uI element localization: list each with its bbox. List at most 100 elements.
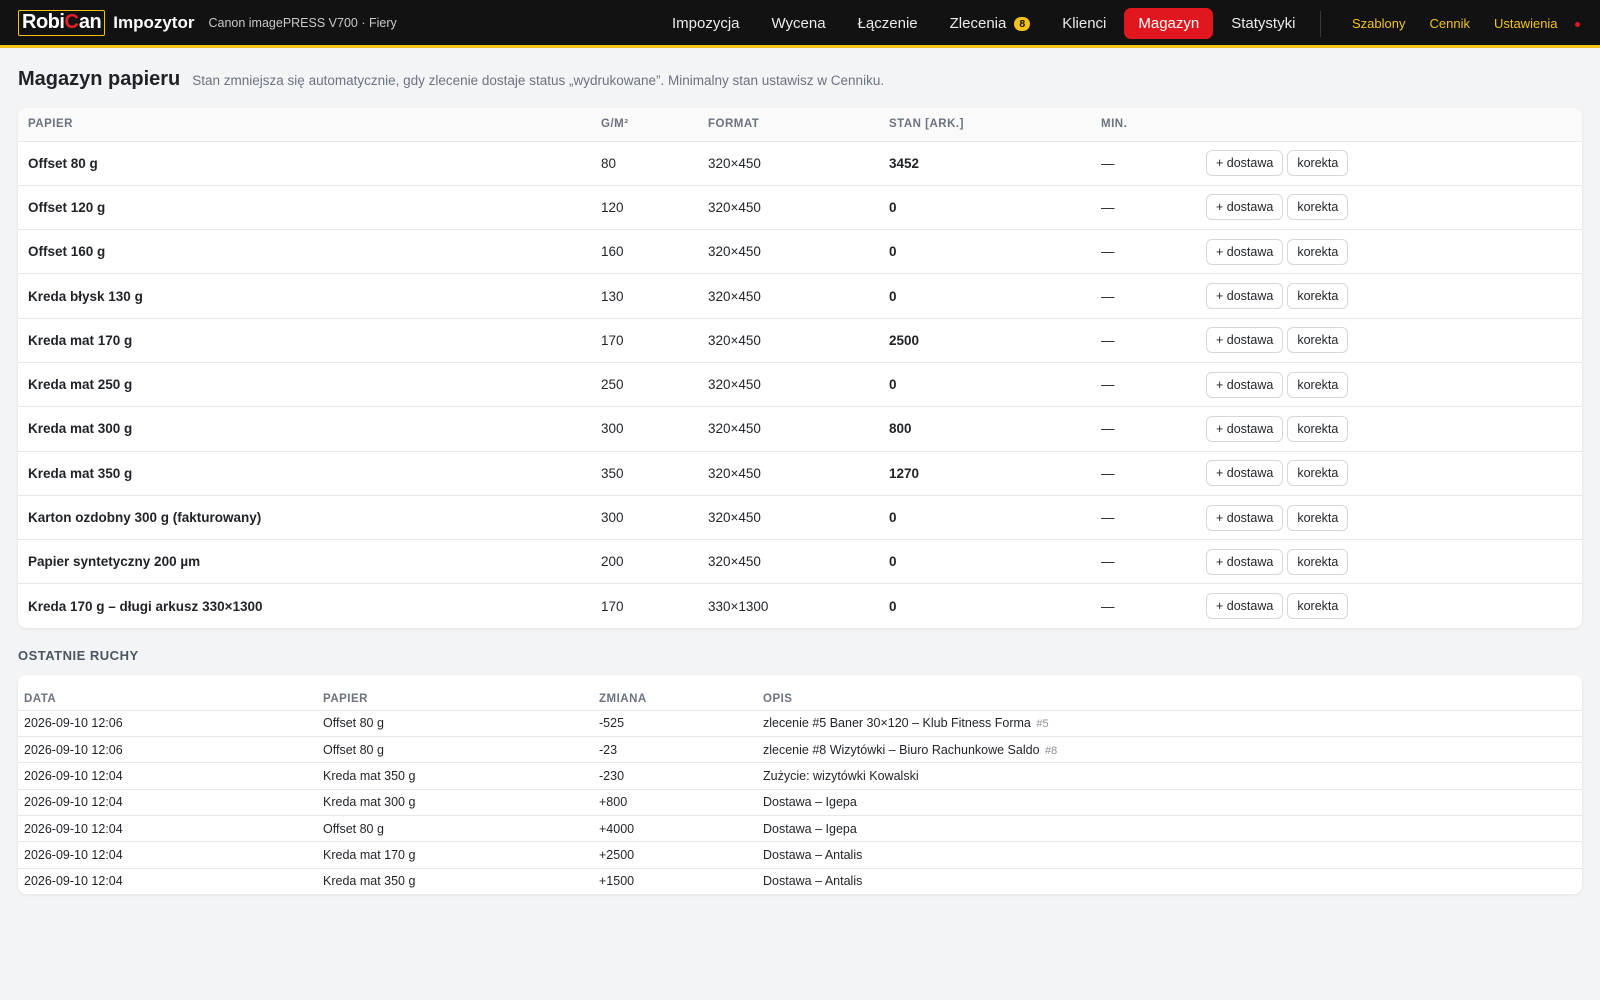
movement-paper: Kreda mat 350 g: [317, 762, 593, 790]
logo[interactable]: Robi Can: [18, 9, 106, 36]
paper-gsm: 160: [591, 229, 698, 275]
correction-button[interactable]: korekta: [1287, 593, 1349, 620]
link-ustawienia[interactable]: Ustawienia: [1482, 8, 1570, 39]
paper-min: —: [1091, 362, 1196, 408]
link-szablony[interactable]: Szablony: [1340, 8, 1417, 39]
nav-item-statystyki[interactable]: Statystyki: [1217, 8, 1309, 39]
add-delivery-button[interactable]: + dostawa: [1206, 593, 1284, 620]
inventory-row: Karton ozdobny 300 g (fakturowany) 300 320…: [18, 495, 1582, 541]
movement-description: Zużycie: wizytówki Kowalski: [757, 762, 1582, 790]
movement-date: 2026-09-10 12:04: [18, 762, 317, 790]
logo-text-an: an: [78, 11, 102, 33]
add-delivery-button[interactable]: + dostawa: [1206, 460, 1284, 487]
paper-gsm: 200: [591, 539, 698, 585]
movement-description: zlecenie #8 Wizytówki – Biuro Rachunkowe…: [757, 736, 1582, 764]
inventory-row: Kreda 170 g – długi arkusz 330×1300 170 33…: [18, 584, 1582, 628]
correction-button[interactable]: korekta: [1287, 415, 1349, 442]
inventory-table: PAPIER G/M² FORMAT STAN [ARK.] MIN. Offs…: [18, 108, 1582, 628]
paper-stock: 3452: [879, 141, 1091, 186]
add-delivery-button[interactable]: + dostawa: [1206, 283, 1284, 310]
paper-format: 320×450: [698, 362, 879, 408]
paper-min: —: [1091, 451, 1196, 496]
paper-format: 320×450: [698, 495, 879, 541]
movement-paper: Offset 80 g: [317, 736, 593, 764]
paper-format: 320×450: [698, 451, 879, 496]
correction-button[interactable]: korekta: [1287, 327, 1349, 354]
paper-gsm: 250: [591, 362, 698, 408]
movement-date: 2026-09-10 12:04: [18, 789, 317, 816]
nav-item-magazyn[interactable]: Magazyn: [1124, 8, 1214, 39]
movements-table: DATA PAPIER ZMIANA OPIS 2026-09-10 12:06…: [18, 687, 1582, 894]
secondary-nav: Szablony Cennik Ustawienia: [1340, 8, 1570, 39]
inventory-row: Kreda mat 250 g 250 320×450 0— + dostawa kore…: [18, 362, 1582, 408]
correction-button[interactable]: korekta: [1287, 194, 1349, 221]
movement-change: +4000: [593, 815, 757, 843]
add-delivery-button[interactable]: + dostawa: [1206, 415, 1284, 442]
correction-button[interactable]: korekta: [1287, 150, 1349, 177]
movement-description-text: Dostawa – Antalis: [763, 847, 863, 862]
movement-description-text: Dostawa – Antalis: [763, 874, 863, 889]
movement-description-text: Zużycie: wizytówki Kowalski: [763, 769, 919, 783]
paper-stock: 0: [879, 229, 1091, 275]
nav-label: Wycena: [771, 15, 826, 32]
col-header-date: DATA: [18, 687, 317, 711]
paper-format: 320×450: [698, 229, 879, 275]
correction-button[interactable]: korekta: [1287, 238, 1349, 265]
nav-item-laczenie[interactable]: Łączenie: [844, 8, 932, 39]
movement-row: 2026-09-10 12:04 Kreda mat 350 g +1500 Dost…: [18, 868, 1582, 894]
add-delivery-button[interactable]: + dostawa: [1206, 371, 1284, 398]
nav-item-impozycja[interactable]: Impozycja: [658, 8, 754, 39]
device-label: Canon imagePRESS V700 · Fiery: [208, 15, 397, 30]
paper-gsm: 130: [591, 273, 698, 319]
paper-min: —: [1091, 406, 1196, 452]
paper-min: —: [1091, 539, 1196, 585]
movement-change: -23: [593, 736, 757, 764]
correction-button[interactable]: korekta: [1287, 504, 1349, 531]
paper-min: —: [1091, 495, 1196, 541]
add-delivery-button[interactable]: + dostawa: [1206, 504, 1284, 531]
movement-row: 2026-09-10 12:04 Offset 80 g +4000 Dostawa …: [18, 815, 1582, 843]
paper-gsm: 170: [601, 598, 624, 614]
row-actions: + dostawa korekta: [1196, 141, 1582, 186]
add-delivery-button[interactable]: + dostawa: [1206, 194, 1284, 221]
main-content: Magazyn papieru Stan zmniejsza się autom…: [0, 68, 1600, 895]
paper-stock: 0: [879, 362, 1091, 408]
paper-min: —: [1091, 273, 1196, 319]
main-nav: Impozycja Wycena Łączenie Zlecenia 8 Klie…: [658, 8, 1313, 39]
paper-format: 320×450: [698, 141, 879, 186]
paper-gsm: 120: [591, 185, 698, 231]
movement-paper: Kreda mat 350 g: [323, 874, 416, 889]
movements-header-row: DATA PAPIER ZMIANA OPIS: [18, 687, 1582, 711]
nav-item-klienci[interactable]: Klienci: [1048, 8, 1120, 39]
movement-row: 2026-09-10 12:04 Kreda mat 300 g +800 Dosta…: [18, 789, 1582, 816]
nav-item-zlecenia[interactable]: Zlecenia 8: [936, 8, 1045, 39]
correction-button[interactable]: korekta: [1287, 460, 1349, 487]
order-ref: #8: [1045, 744, 1058, 757]
inventory-card: PAPIER G/M² FORMAT STAN [ARK.] MIN. Offs…: [18, 108, 1582, 629]
movements-body: 2026-09-10 12:06 Offset 80 g -525 zlecenie …: [18, 710, 1582, 894]
correction-button[interactable]: korekta: [1287, 548, 1349, 575]
row-actions: + dostawa korekta: [1196, 229, 1582, 275]
correction-button[interactable]: korekta: [1287, 371, 1349, 398]
status-dot-icon: [1575, 22, 1580, 27]
correction-button[interactable]: korekta: [1287, 283, 1349, 310]
movement-change: -230: [593, 762, 757, 790]
add-delivery-button[interactable]: + dostawa: [1206, 150, 1284, 177]
logo-text-robi: Robi: [22, 11, 65, 33]
add-delivery-button[interactable]: + dostawa: [1206, 548, 1284, 575]
inventory-row: Offset 160 g 160 320×450 0— + dostawa korekta: [18, 229, 1582, 275]
page-description: Stan zmniejsza się automatycznie, gdy zl…: [192, 73, 885, 88]
nav-item-wycena[interactable]: Wycena: [758, 8, 840, 39]
col-header-actions: [1196, 108, 1582, 142]
nav-label: Klienci: [1062, 15, 1107, 32]
movement-description-text: Dostawa – Igepa: [763, 795, 857, 810]
link-cennik[interactable]: Cennik: [1417, 8, 1481, 39]
movement-row: 2026-09-10 12:06 Offset 80 g -525 zlecenie …: [18, 710, 1582, 738]
add-delivery-button[interactable]: + dostawa: [1206, 238, 1284, 265]
row-actions: + dostawa korekta: [1196, 584, 1582, 628]
paper-name: Kreda mat 170 g: [18, 318, 591, 363]
nav-label: Zlecenia: [949, 15, 1007, 32]
inventory-row: Offset 120 g 120 320×450 0— + dostawa korekta: [18, 185, 1582, 231]
app-name: Impozytor: [113, 12, 195, 32]
add-delivery-button[interactable]: + dostawa: [1206, 327, 1284, 354]
